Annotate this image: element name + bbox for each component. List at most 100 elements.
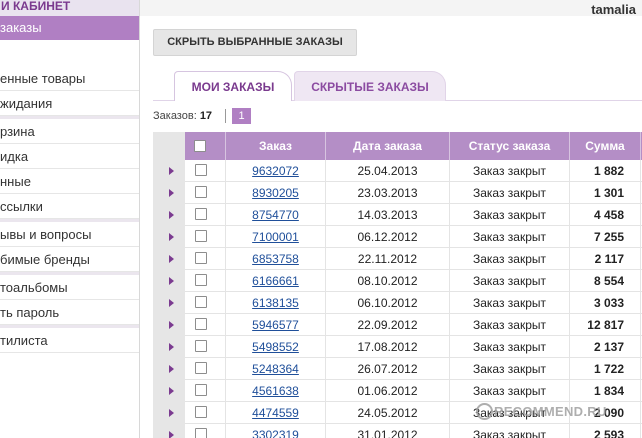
sidebar: И КАБИНЕТ заказы енные товары жидания рз… [0,0,140,438]
table-header: Заказ Дата заказа Статус заказа Сумма Су [185,132,642,160]
sidebar-item-subscriptions[interactable]: ссылки [0,194,139,219]
order-sum: 1 722 [569,358,640,380]
order-number-link[interactable]: 5946577 [225,314,325,336]
row-checkbox[interactable] [195,208,207,220]
expand-row-arrow-icon[interactable] [169,167,174,175]
orders-count-value: 17 [199,110,213,122]
row-checkbox[interactable] [195,428,207,438]
order-status: Заказ закрыт [449,336,569,358]
expand-row-arrow-icon[interactable] [169,343,174,351]
expand-row-arrow-icon[interactable] [169,431,174,438]
row-checkbox[interactable] [195,274,207,286]
order-status: Заказ закрыт [449,314,569,336]
expand-row-arrow-icon[interactable] [169,365,174,373]
column-header-order[interactable]: Заказ [225,132,325,160]
expand-row-arrow-icon[interactable] [169,387,174,395]
order-number-link[interactable]: 6853758 [225,248,325,270]
hide-selected-orders-button[interactable]: СКРЫТЬ ВЫБРАННЫЕ ЗАКАЗЫ [153,29,357,56]
order-sum: 2 137 [569,336,640,358]
row-checkbox[interactable] [195,252,207,264]
order-number-link[interactable]: 7100001 [225,226,325,248]
order-number-link[interactable]: 8930205 [225,182,325,204]
expand-row-arrow-icon[interactable] [169,211,174,219]
sidebar-item-discount[interactable]: идка [0,144,139,169]
order-number-link[interactable]: 8754770 [225,204,325,226]
username[interactable]: tamalia [591,2,636,17]
order-number-link[interactable]: 9632072 [225,160,325,182]
expand-row-arrow-icon[interactable] [169,255,174,263]
row-checkbox[interactable] [195,296,207,308]
order-number-link[interactable]: 6138135 [225,292,325,314]
order-status: Заказ закрыт [449,204,569,226]
top-bar: tamalia [140,0,642,17]
order-sum: 1 834 [569,380,640,402]
order-number-link[interactable]: 6166661 [225,270,325,292]
row-checkbox[interactable] [195,406,207,418]
select-all-checkbox[interactable] [194,140,206,152]
order-number-link[interactable]: 4474559 [225,402,325,424]
column-header-status[interactable]: Статус заказа [449,132,569,160]
orders-count: Заказов: 17 [153,108,212,124]
row-checkbox[interactable] [195,340,207,352]
watermark-logo-icon [476,403,493,420]
order-sum: 2 117 [569,248,640,270]
table-row: 4561638 01.06.2012 Заказ закрыт 1 834 [185,380,642,402]
sidebar-item-cart[interactable]: рзина [0,119,139,144]
order-date: 14.03.2013 [325,204,449,226]
table-row: 6166661 08.10.2012 Заказ закрыт 8 554 [185,270,642,292]
table-row: 8930205 23.03.2013 Заказ закрыт 1 301 [185,182,642,204]
sidebar-item-password[interactable]: ть пароль [0,300,139,325]
order-date: 06.12.2012 [325,226,449,248]
order-date: 01.06.2012 [325,380,449,402]
order-sum: 4 458 [569,204,640,226]
column-header-sum[interactable]: Сумма [569,132,640,160]
order-number-link[interactable]: 5498552 [225,336,325,358]
expand-row-arrow-icon[interactable] [169,409,174,417]
order-number-link[interactable]: 5248364 [225,358,325,380]
expand-row-arrow-icon[interactable] [169,233,174,241]
expand-row-arrow-icon[interactable] [169,299,174,307]
order-sum: 12 817 [569,314,640,336]
order-status: Заказ закрыт [449,226,569,248]
row-checkbox[interactable] [195,318,207,330]
expand-row-arrow-icon[interactable] [169,277,174,285]
row-checkbox[interactable] [195,384,207,396]
expand-row-arrow-icon[interactable] [169,189,174,197]
orders-count-label: Заказов: [153,110,197,122]
order-date: 22.11.2012 [325,248,449,270]
row-checkbox[interactable] [195,362,207,374]
sidebar-header: И КАБИНЕТ [0,0,139,16]
row-checkbox[interactable] [195,186,207,198]
order-date: 08.10.2012 [325,270,449,292]
order-status: Заказ закрыт [449,292,569,314]
sidebar-item-waiting[interactable]: жидания [0,91,139,116]
tab-hidden-orders[interactable]: СКРЫТЫЕ ЗАКАЗЫ [294,71,446,101]
order-sum: 3 033 [569,292,640,314]
order-sum: 1 301 [569,182,640,204]
table-row: 5248364 26.07.2012 Заказ закрыт 1 722 [185,358,642,380]
count-divider [225,109,226,123]
sidebar-item-reviews[interactable]: ывы и вопросы [0,222,139,247]
order-status: Заказ закрыт [449,424,569,438]
sidebar-item-stylist[interactable]: тилиста [0,328,139,353]
order-status: Заказ закрыт [449,380,569,402]
table-row: 3302319 31.01.2012 Заказ закрыт 2 593 [185,424,642,438]
watermark: RECOMMEND.RU [494,404,607,419]
expand-row-arrow-icon[interactable] [169,321,174,329]
orders-table: Заказ Дата заказа Статус заказа Сумма Су… [153,132,642,438]
sidebar-item-data[interactable]: нные [0,169,139,194]
column-header-date[interactable]: Дата заказа [325,132,449,160]
order-date: 06.10.2012 [325,292,449,314]
sidebar-item-albums[interactable]: тоальбомы [0,275,139,300]
sidebar-item-deferred[interactable]: енные товары [0,66,139,91]
order-sum: 7 255 [569,226,640,248]
tab-my-orders[interactable]: МОИ ЗАКАЗЫ [174,71,292,101]
page-number-current[interactable]: 1 [232,108,251,124]
row-checkbox[interactable] [195,164,207,176]
row-checkbox[interactable] [195,230,207,242]
order-number-link[interactable]: 4561638 [225,380,325,402]
sidebar-item-orders[interactable]: заказы [0,16,139,40]
order-sum: 2 593 [569,424,640,438]
sidebar-item-brands[interactable]: бимые бренды [0,247,139,272]
order-number-link[interactable]: 3302319 [225,424,325,438]
